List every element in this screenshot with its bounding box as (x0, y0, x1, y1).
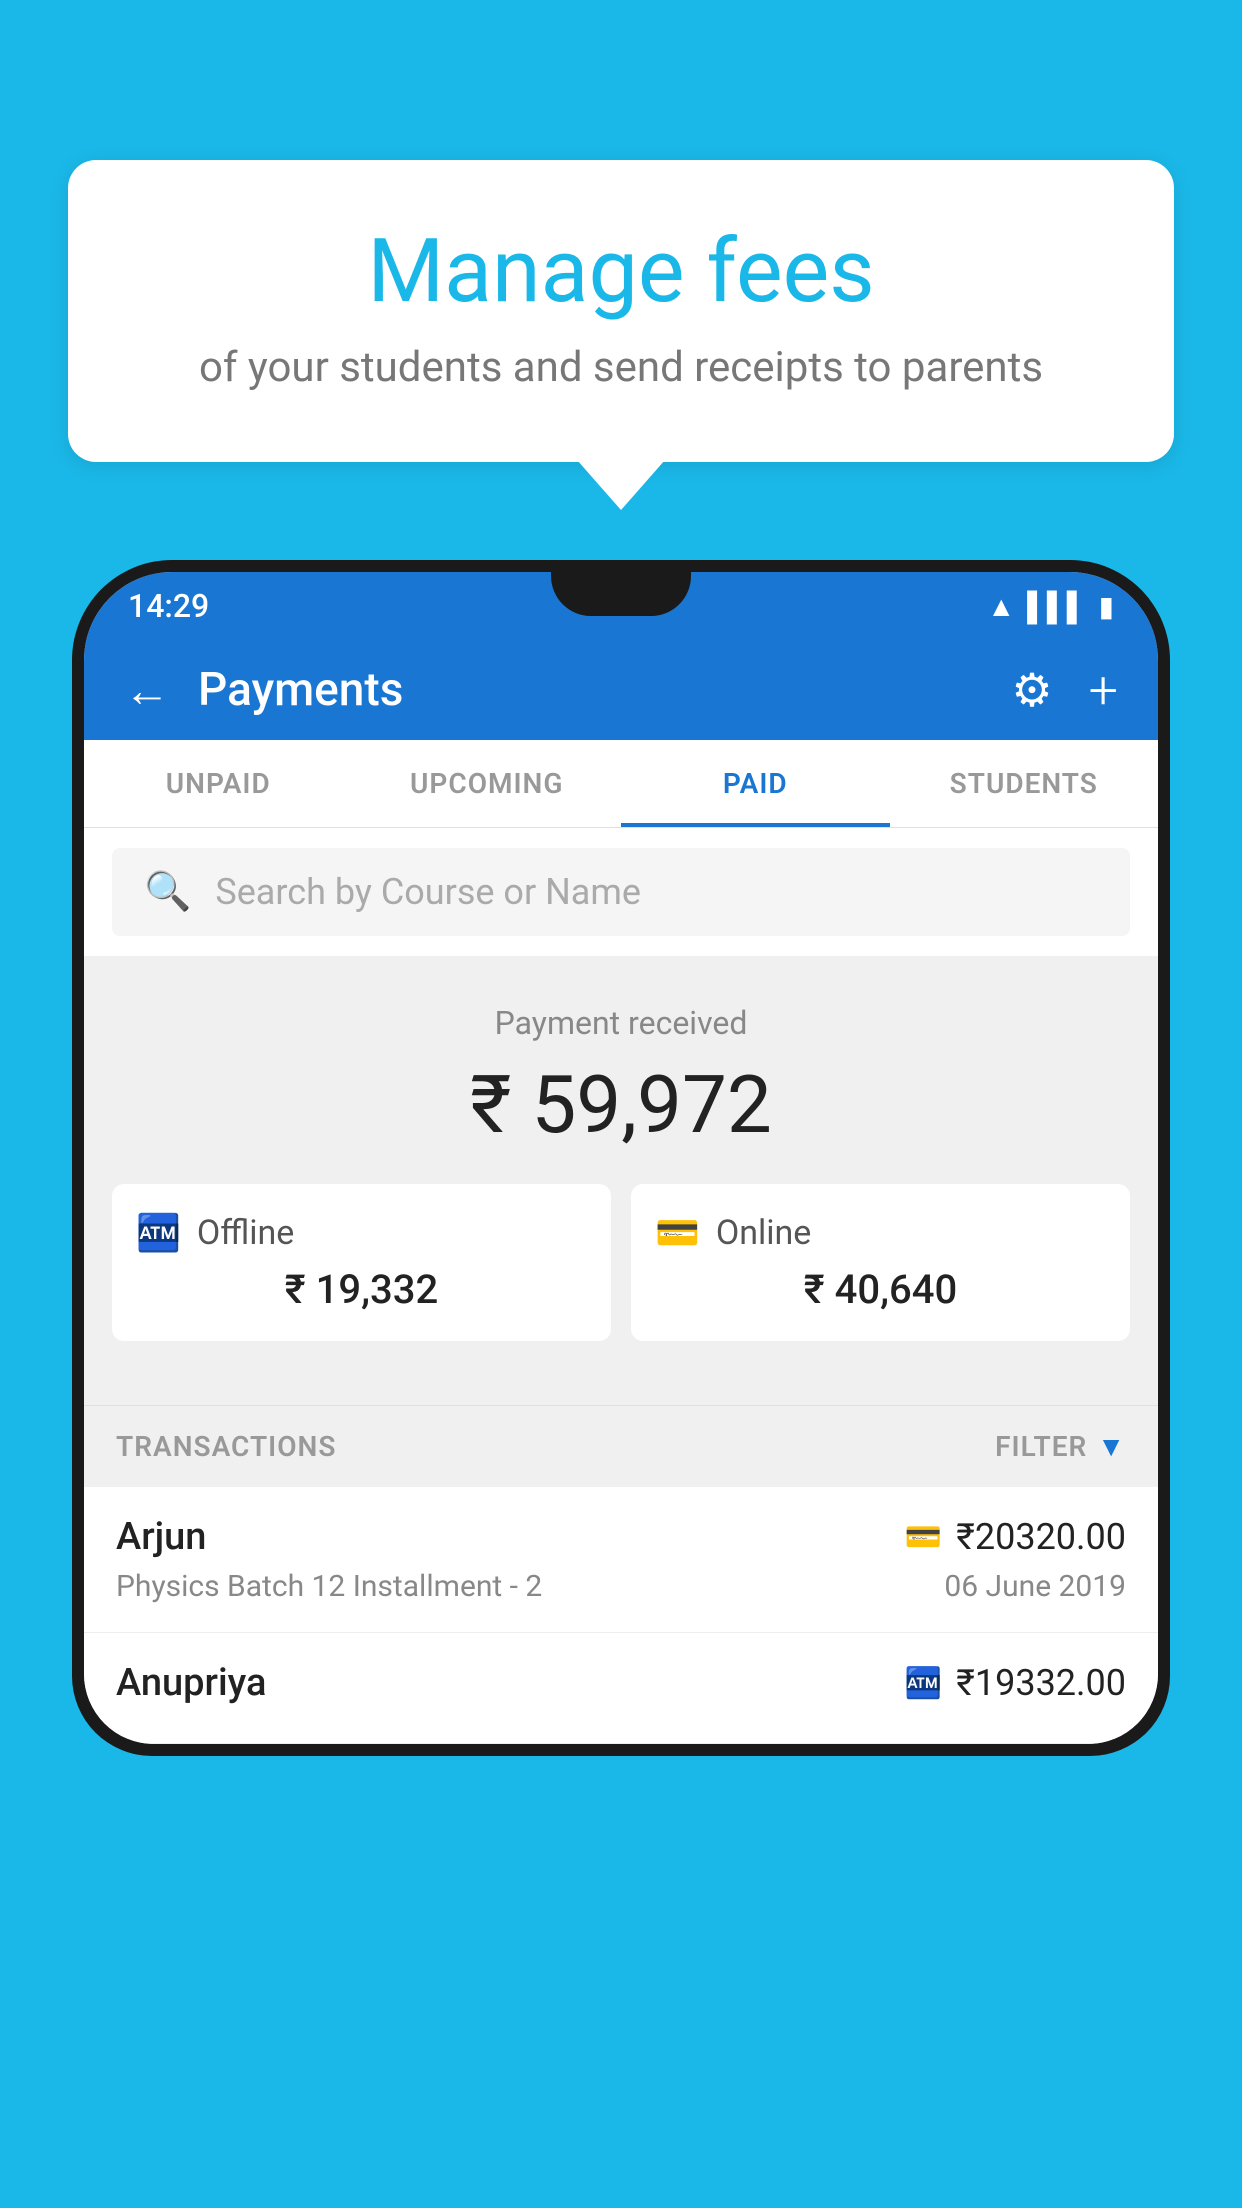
add-button[interactable]: + (1089, 660, 1118, 721)
wifi-icon: ▲ (987, 590, 1015, 623)
header-right: ⚙ + (1011, 660, 1118, 721)
payment-total-amount: ₹ 59,972 (84, 1058, 1158, 1152)
offline-card: 🏧 Offline ₹ 19,332 (112, 1184, 611, 1341)
page-title: Payments (198, 663, 403, 717)
offline-icon: 🏧 (136, 1212, 181, 1254)
bubble-subtitle: of your students and send receipts to pa… (118, 343, 1124, 392)
transaction-course: Physics Batch 12 Installment - 2 (116, 1569, 542, 1604)
transactions-header: TRANSACTIONS FILTER ▼ (84, 1405, 1158, 1487)
tab-students[interactable]: STUDENTS (890, 740, 1159, 827)
cash-payment-icon: 🏧 (905, 1666, 942, 1701)
transaction-amount-wrap: 🏧 ₹19332.00 (905, 1662, 1126, 1704)
tabs: UNPAID UPCOMING PAID STUDENTS (84, 740, 1158, 828)
offline-card-top: 🏧 Offline (136, 1212, 587, 1254)
online-label: Online (716, 1213, 812, 1253)
payment-received-label: Payment received (84, 1004, 1158, 1042)
phone-inner: 14:29 ▲ ▌▌▌ ▮ ← Payments ⚙ + (84, 572, 1158, 1744)
transaction-row-top: Arjun 💳 ₹20320.00 (116, 1515, 1126, 1559)
tab-unpaid[interactable]: UNPAID (84, 740, 353, 827)
search-icon: 🔍 (144, 870, 191, 914)
header-left: ← Payments (124, 663, 403, 718)
table-row[interactable]: Arjun 💳 ₹20320.00 Physics Batch 12 Insta… (84, 1487, 1158, 1633)
transaction-date: 06 June 2019 (944, 1569, 1126, 1604)
phone-outer: 14:29 ▲ ▌▌▌ ▮ ← Payments ⚙ + (72, 560, 1170, 1756)
online-card-top: 💳 Online (655, 1212, 1106, 1254)
transaction-row-top: Anupriya 🏧 ₹19332.00 (116, 1661, 1126, 1705)
transaction-amount: ₹19332.00 (956, 1662, 1126, 1704)
settings-icon[interactable]: ⚙ (1011, 663, 1052, 718)
bubble-title: Manage fees (118, 220, 1124, 323)
filter-icon: ▼ (1097, 1430, 1126, 1463)
offline-amount: ₹ 19,332 (136, 1266, 587, 1313)
transaction-row-bottom: Physics Batch 12 Installment - 2 06 June… (116, 1569, 1126, 1604)
online-icon: 💳 (655, 1212, 700, 1254)
speech-bubble: Manage fees of your students and send re… (68, 160, 1174, 462)
payment-summary: Payment received ₹ 59,972 🏧 Offline ₹ 19… (84, 956, 1158, 1405)
app-header: ← Payments ⚙ + (84, 640, 1158, 740)
battery-icon: ▮ (1099, 590, 1114, 623)
filter-button[interactable]: FILTER ▼ (995, 1430, 1126, 1463)
signal-icon: ▌▌▌ (1027, 590, 1087, 623)
transactions-label: TRANSACTIONS (116, 1430, 336, 1463)
card-payment-icon: 💳 (905, 1520, 942, 1555)
search-input[interactable]: Search by Course or Name (215, 871, 641, 913)
transaction-name: Arjun (116, 1515, 206, 1559)
status-time: 14:29 (128, 587, 209, 625)
status-icons: ▲ ▌▌▌ ▮ (987, 590, 1114, 623)
search-bar[interactable]: 🔍 Search by Course or Name (112, 848, 1130, 936)
back-button[interactable]: ← (124, 663, 170, 718)
online-amount: ₹ 40,640 (655, 1266, 1106, 1313)
offline-label: Offline (197, 1213, 294, 1253)
transaction-amount-wrap: 💳 ₹20320.00 (905, 1516, 1126, 1558)
table-row[interactable]: Anupriya 🏧 ₹19332.00 (84, 1633, 1158, 1744)
transaction-name: Anupriya (116, 1661, 266, 1705)
tab-paid[interactable]: PAID (621, 740, 890, 827)
online-card: 💳 Online ₹ 40,640 (631, 1184, 1130, 1341)
search-container: 🔍 Search by Course or Name (84, 828, 1158, 956)
tab-upcoming[interactable]: UPCOMING (353, 740, 622, 827)
phone-wrapper: 14:29 ▲ ▌▌▌ ▮ ← Payments ⚙ + (72, 560, 1170, 2208)
phone-notch (551, 572, 691, 616)
transaction-amount: ₹20320.00 (956, 1516, 1126, 1558)
payment-cards: 🏧 Offline ₹ 19,332 💳 Online ₹ 40,640 (84, 1184, 1158, 1373)
